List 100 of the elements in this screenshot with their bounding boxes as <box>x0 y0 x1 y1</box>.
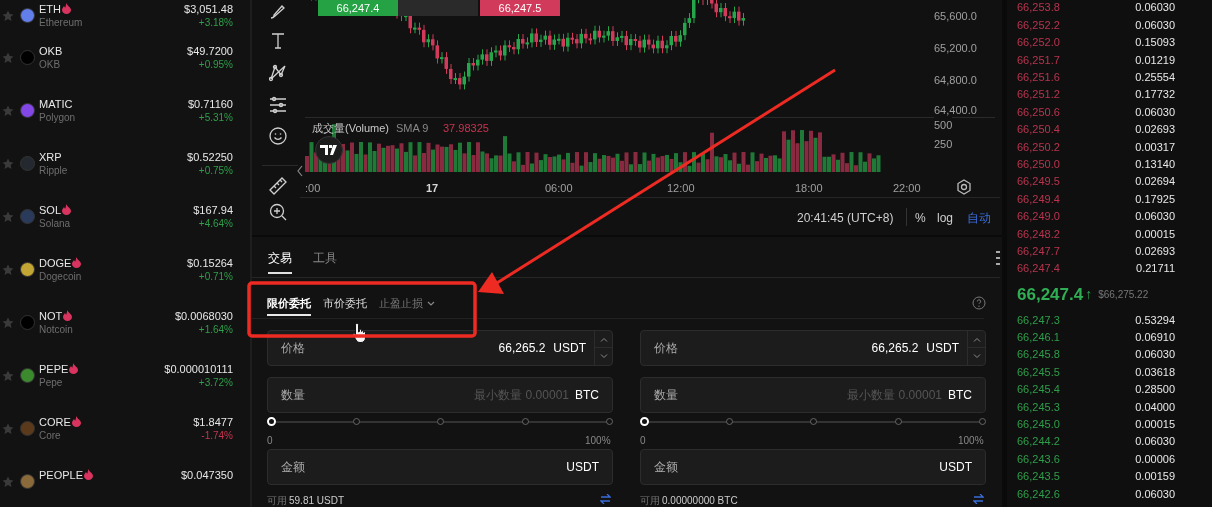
order-price: 66,251.7 <box>1017 52 1061 68</box>
star-icon <box>2 104 14 117</box>
order-price: 66,249.5 <box>1017 174 1061 190</box>
order-type-tab[interactable]: 市价委托 <box>323 292 367 316</box>
volume-axis-label: 250 <box>934 137 953 152</box>
log-scale-button[interactable]: log <box>937 209 953 227</box>
coin-symbol: ETH <box>39 1 61 16</box>
emoji-icon[interactable] <box>269 127 287 145</box>
price-change: +3.72% <box>198 375 233 390</box>
order-price: 66,246.1 <box>1017 330 1061 346</box>
zoom-in-icon[interactable] <box>269 203 287 221</box>
swap-icon[interactable] <box>600 494 611 504</box>
logo-mark-icon <box>320 145 338 155</box>
order-price: 66,248.2 <box>1017 226 1061 242</box>
order-price: 66,250.0 <box>1017 156 1061 172</box>
indicator-period: SMA 9 <box>396 121 429 136</box>
swap-icon[interactable] <box>973 494 984 504</box>
pattern-tool-icon[interactable] <box>269 64 287 82</box>
order-quantity: 0.00006 <box>1134 451 1175 467</box>
coin-price: $0.047350 <box>181 467 233 482</box>
price-axis-label: 65,200.0 <box>934 41 977 56</box>
order-quantity: 0.06030 <box>1134 0 1175 16</box>
auto-scale-button[interactable]: 自动 <box>967 209 991 227</box>
coin-symbol: PEOPLE <box>39 467 84 482</box>
coin-symbol: OKB <box>39 43 63 58</box>
available-label: 可用 <box>267 494 287 507</box>
price-change: +5.31% <box>198 110 233 125</box>
order-quantity: 0.13140 <box>1134 156 1175 172</box>
text-tool-icon[interactable] <box>269 32 287 50</box>
order-quantity: 0.06030 <box>1134 209 1175 225</box>
order-quantity: 0.02693 <box>1134 243 1175 259</box>
order-quantity: 0.06030 <box>1134 104 1175 120</box>
order-type-tab[interactable]: 止盈止损 <box>379 292 435 316</box>
order-quantity: 0.02693 <box>1134 122 1175 138</box>
order-price: 66,243.6 <box>1017 451 1061 467</box>
coin-symbol: NOT <box>39 308 63 323</box>
star-icon <box>2 475 14 488</box>
indicator-name: 成交量(Volume) <box>312 121 390 136</box>
order-quantity: 0.02694 <box>1134 174 1175 190</box>
order-price: 66,249.0 <box>1017 209 1061 225</box>
slider-max-label: 100% <box>585 434 611 448</box>
time-axis-label: 06:00 <box>545 181 573 196</box>
brush-icon[interactable] <box>269 4 287 22</box>
order-price: 66,245.0 <box>1017 417 1061 433</box>
coin-price: $0.0068030 <box>174 308 233 323</box>
slider-thumb[interactable] <box>640 417 649 426</box>
slider-thumb[interactable] <box>267 417 276 426</box>
coin-name: Ripple <box>39 163 69 178</box>
chevron-up-icon <box>599 336 608 342</box>
order-price: 66,250.2 <box>1017 139 1061 155</box>
star-icon <box>2 157 14 170</box>
order-quantity: 0.04000 <box>1134 399 1175 415</box>
amount-input-field[interactable]: 金额 USDT <box>640 449 986 485</box>
coin-name: Ethereum <box>39 15 84 30</box>
order-quantity: 0.00317 <box>1134 139 1175 155</box>
ruler-icon[interactable] <box>269 177 287 195</box>
coin-price: $0.71160 <box>187 96 233 111</box>
price-change: +0.71% <box>198 269 233 284</box>
coin-price: $167.94 <box>193 202 233 217</box>
order-quantity: 0.01219 <box>1134 52 1175 68</box>
coin-price: $0.52250 <box>187 149 233 164</box>
coin-symbol: PEPE <box>39 361 69 376</box>
star-icon <box>2 316 14 329</box>
coin-price: $0.000010111 <box>164 361 233 376</box>
star-icon <box>2 9 14 22</box>
panel-tab[interactable]: 工具 <box>313 244 337 274</box>
slider-min-label: 0 <box>267 434 273 448</box>
order-price: 66,250.4 <box>1017 122 1061 138</box>
input-field[interactable] <box>398 0 478 16</box>
coin-symbol: XRP <box>39 149 62 164</box>
panel-tab[interactable]: 交易 <box>268 244 292 274</box>
slider-min-label: 0 <box>640 434 646 448</box>
order-price: 66,251.6 <box>1017 70 1061 85</box>
price-input-field[interactable]: 价格 66,265.2 USDT <box>267 330 613 366</box>
order-quantity: 0.15093 <box>1134 35 1175 51</box>
order-quantity: 0.17732 <box>1134 87 1175 103</box>
chevron-down-icon <box>599 353 608 359</box>
price-change: +4.64% <box>198 216 233 231</box>
amount-input-field[interactable]: 金额 USDT <box>267 449 613 485</box>
price-input-field[interactable]: 价格 66,265.2 USDT <box>640 330 986 366</box>
order-price: 66,249.4 <box>1017 191 1061 207</box>
order-button[interactable]: 66,247.5 <box>480 0 560 16</box>
price-change: +0.95% <box>198 57 233 72</box>
sliders-icon[interactable] <box>269 96 287 114</box>
available-label: 可用 <box>640 494 660 507</box>
order-price: 66,245.3 <box>1017 399 1061 415</box>
order-type-tab[interactable]: 限价委托 <box>267 292 311 316</box>
percent-scale-button[interactable]: % <box>915 209 926 227</box>
time-axis-label: 12:00 <box>667 181 695 196</box>
price-axis-label: 65,600.0 <box>934 9 977 24</box>
last-price: 66,247.4 <box>1017 283 1084 306</box>
order-price: 66,242.6 <box>1017 486 1061 502</box>
star-icon <box>2 210 14 223</box>
order-price: 66,247.4 <box>1017 261 1061 277</box>
order-quantity: 0.06030 <box>1134 17 1175 33</box>
coin-name: Pepe <box>39 375 64 390</box>
more-options-icon[interactable] <box>996 251 1000 265</box>
order-price: 66,244.2 <box>1017 434 1061 450</box>
coin-price: $3,051.48 <box>184 1 233 16</box>
price-change: +0.75% <box>198 163 233 178</box>
